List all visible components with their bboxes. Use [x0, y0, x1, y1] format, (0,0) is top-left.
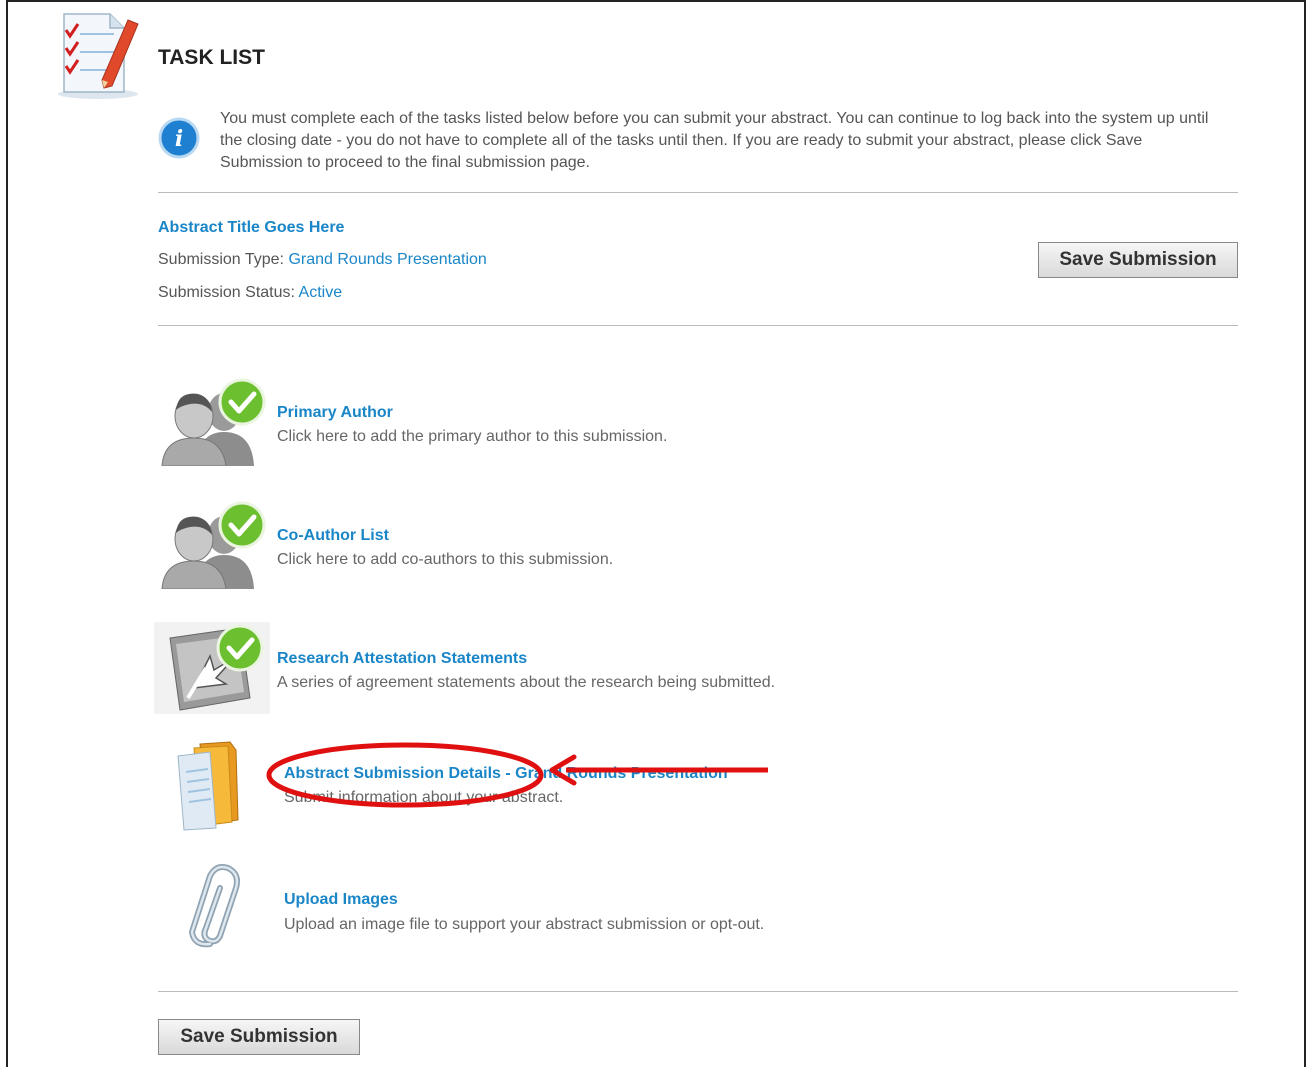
divider [158, 325, 1238, 326]
paperclip-icon [188, 864, 240, 948]
info-icon: i [158, 117, 200, 159]
save-submission-button-top[interactable]: Save Submission [1038, 242, 1238, 278]
task-title[interactable]: Research Attestation Statements [277, 650, 527, 668]
author-checked-icon [161, 378, 266, 466]
save-submission-button-bottom[interactable]: Save Submission [158, 1019, 360, 1055]
abstract-title[interactable]: Abstract Title Goes Here [158, 219, 344, 237]
submission-status-value: Active [298, 284, 343, 301]
task-description: Click here to add the primary author to … [277, 428, 668, 445]
page-title: TASK LIST [158, 46, 265, 69]
task-list-icon [58, 13, 139, 99]
task-title[interactable]: Co-Author List [277, 527, 389, 545]
task-description: Click here to add co-authors to this sub… [277, 551, 614, 568]
divider [158, 991, 1238, 992]
task-description: A series of agreement statements about t… [277, 674, 776, 691]
info-message: You must complete each of the tasks list… [220, 110, 1209, 171]
task-title[interactable]: Upload Images [284, 891, 398, 909]
task-description: Upload an image file to support your abs… [284, 916, 765, 933]
submission-type-label: Submission Type: [158, 251, 284, 268]
folder-documents-icon [177, 741, 239, 831]
task-title[interactable]: Primary Author [277, 404, 393, 422]
submission-status: Submission Status: Active [158, 284, 342, 302]
submission-type-value[interactable]: Grand Rounds Presentation [288, 251, 486, 268]
coauthor-checked-icon [161, 501, 266, 589]
task-title[interactable]: Abstract Submission Details - Grand Roun… [284, 765, 728, 783]
attestation-checked-icon [154, 622, 270, 714]
divider [158, 192, 1238, 193]
task-description: Submit information about your abstract. [284, 789, 564, 806]
submission-status-label: Submission Status: [158, 284, 295, 301]
submission-type: Submission Type: Grand Rounds Presentati… [158, 251, 487, 269]
svg-text:i: i [175, 126, 183, 152]
